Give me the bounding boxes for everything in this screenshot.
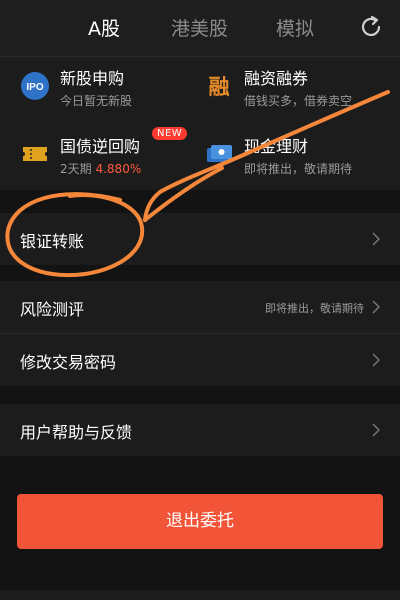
menu-bank-securities-transfer[interactable]: 银证转账: [0, 213, 400, 265]
feature-treasury-repo[interactable]: 国债逆回购 NEW 2天期 4.880%: [0, 127, 190, 187]
chevron-right-icon: [372, 300, 380, 314]
menu-label: 银证转账: [20, 232, 85, 251]
top-bar: A股 港美股 模拟: [0, 0, 400, 57]
feature-title: 现金理财: [244, 137, 309, 156]
chevron-right-icon: [372, 423, 380, 437]
svg-text:IPO: IPO: [26, 82, 43, 93]
feature-margin-trading[interactable]: 融 融资融券 借钱买多，借券卖空: [184, 59, 374, 119]
feature-subtitle: 借钱买多，借券卖空: [244, 94, 353, 108]
menu-label: 风险测评: [20, 300, 85, 319]
menu-help-feedback[interactable]: 用户帮助与反馈: [0, 404, 400, 456]
feature-title: 融资融券: [244, 69, 309, 88]
menu-hint: 即将推出，敬请期待: [265, 302, 364, 315]
cash-icon: [207, 145, 232, 162]
ticket-icon: [23, 147, 47, 161]
svg-text:融: 融: [209, 75, 230, 99]
chevron-right-icon: [372, 232, 380, 246]
menu-change-trade-password[interactable]: 修改交易密码: [0, 334, 400, 386]
repo-rate: 4.880%: [95, 162, 142, 176]
menu-label: 用户帮助与反馈: [20, 423, 133, 442]
feature-subtitle: 今日暂无新股: [60, 94, 133, 108]
logout-button[interactable]: 退出委托: [17, 494, 383, 549]
menu-label: 修改交易密码: [20, 353, 117, 372]
new-badge: NEW: [152, 127, 188, 140]
feature-title: 国债逆回购: [60, 137, 141, 156]
chevron-right-icon: [372, 353, 380, 367]
tab-hk-us-stocks[interactable]: 港美股: [171, 14, 228, 41]
refresh-icon[interactable]: [358, 14, 384, 40]
ipo-icon: IPO: [21, 72, 49, 100]
feature-ipo-subscription[interactable]: IPO 新股申购 今日暂无新股: [0, 59, 190, 119]
feature-subtitle: 即将推出，敬请期待: [244, 162, 353, 176]
bottom-nav-strip: [0, 590, 400, 600]
menu-risk-assessment[interactable]: 风险测评 即将推出，敬请期待: [0, 281, 400, 333]
feature-title: 新股申购: [60, 69, 125, 88]
margin-icon: 融: [209, 75, 230, 99]
feature-grid: IPO 新股申购 今日暂无新股 融 融资融券 借钱买多，借券卖空 国债逆回购 N…: [0, 57, 400, 190]
tab-a-shares[interactable]: A股: [88, 14, 120, 41]
feature-subtitle: 2天期 4.880%: [60, 162, 142, 176]
feature-cash-management[interactable]: 现金理财 即将推出，敬请期待: [184, 127, 374, 187]
tab-simulation[interactable]: 模拟: [276, 14, 314, 41]
